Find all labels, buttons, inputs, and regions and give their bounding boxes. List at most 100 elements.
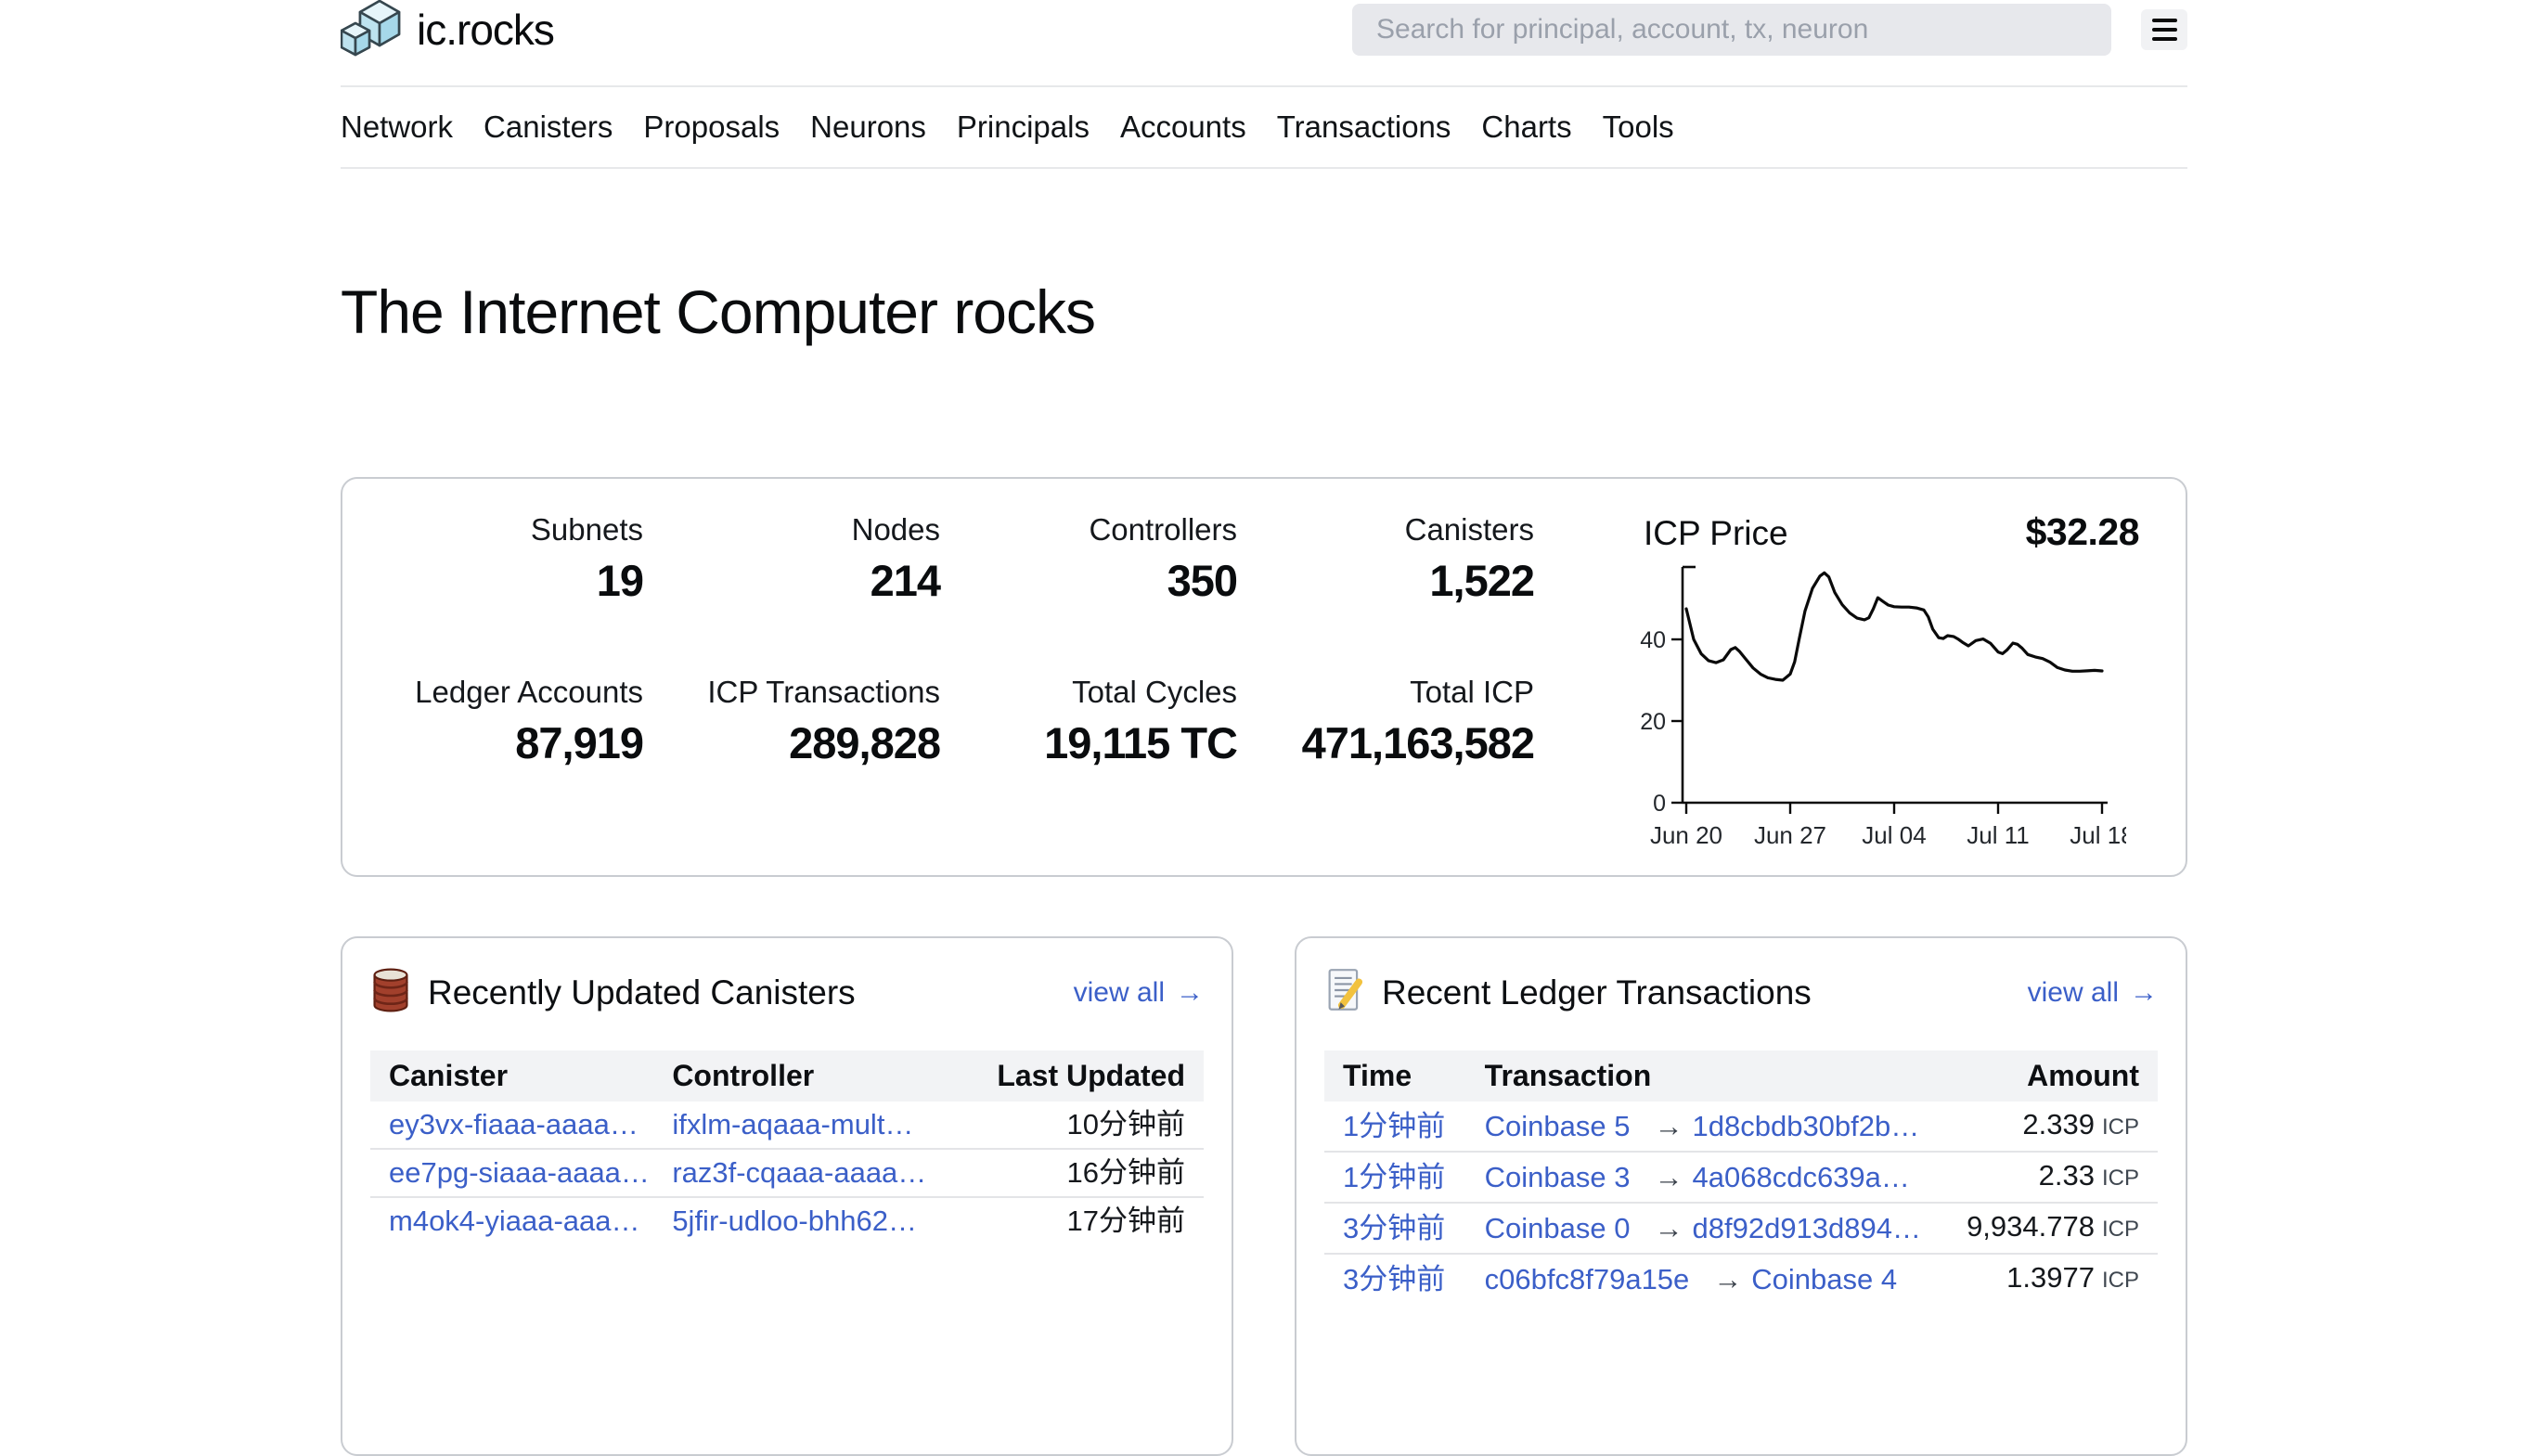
nav-item-charts[interactable]: Charts	[1481, 110, 1571, 145]
tx-time-link[interactable]: 3分钟前	[1343, 1212, 1445, 1244]
nav-item-network[interactable]: Network	[341, 110, 453, 145]
stat-ledger-accounts: Ledger Accounts 87,919	[383, 675, 643, 768]
table-row: 1分钟前 Coinbase 3→4a068cdc639a… 2.33 ICP	[1324, 1152, 2158, 1203]
hamburger-bar	[2152, 37, 2177, 41]
home-link[interactable]: ic.rocks	[341, 0, 554, 61]
memo-icon	[1324, 968, 1365, 1017]
canister-link[interactable]: ey3vx-fiaaa-aaaa…	[389, 1108, 638, 1140]
stat-value: 214	[643, 555, 940, 606]
icp-price-chart: 40 20 0 Jun 20 Jun 27 Jul 04 Jul 11 Jul …	[1625, 560, 2126, 866]
amount-unit: ICP	[2102, 1166, 2139, 1191]
x-tick-label: Jun 27	[1754, 821, 1826, 849]
stat-value: 1,522	[1237, 555, 1534, 606]
controller-link[interactable]: raz3f-cqaaa-aaaa…	[672, 1156, 926, 1189]
canisters-view-all-link[interactable]: view all →	[1074, 977, 1204, 1009]
amount-unit: ICP	[2102, 1217, 2139, 1242]
recent-ledger-transactions-panel: Recent Ledger Transactions view all → Ti…	[1295, 936, 2187, 1456]
tx-amount: 2.339ICP	[1933, 1102, 2158, 1152]
stat-total-cycles: Total Cycles 19,115 TC	[940, 675, 1237, 768]
tx-amount: 2.33 ICP	[1933, 1152, 2158, 1203]
col-header-amount: Amount	[1933, 1050, 2158, 1102]
stat-label: Subnets	[383, 512, 643, 548]
page-container: ic.rocks Network Canisters Proposals Neu…	[341, 0, 2187, 1456]
stat-nodes: Nodes 214	[643, 512, 940, 606]
table-row: 3分钟前 c06bfc8f79a15e→Coinbase 4 1.3977ICP	[1324, 1254, 2158, 1304]
stat-controllers: Controllers 350	[940, 512, 1237, 606]
stat-value: 19,115 TC	[940, 717, 1237, 768]
search-input[interactable]	[1352, 4, 2111, 56]
right-arrow-icon: →	[1176, 977, 1204, 1009]
canister-link[interactable]: m4ok4-yiaaa-aaa…	[389, 1205, 640, 1237]
icp-price-label: ICP Price	[1644, 514, 1788, 553]
nav-item-tools[interactable]: Tools	[1603, 110, 1674, 145]
transactions-table: Time Transaction Amount 1分钟前 Coinbase 5→…	[1324, 1050, 2158, 1304]
table-row: m4ok4-yiaaa-aaa… 5jfir-udloo-bhh62… 17分钟…	[370, 1197, 1204, 1244]
tx-from-link[interactable]: Coinbase 0	[1485, 1212, 1631, 1244]
x-tick-label: Jun 20	[1650, 821, 1722, 849]
tx-time-link[interactable]: 1分钟前	[1343, 1110, 1445, 1142]
stat-label: Nodes	[643, 512, 940, 548]
transactions-panel-title: Recent Ledger Transactions	[1382, 973, 1812, 1012]
tx-to-link[interactable]: 1d8cbdb30bf2b…	[1693, 1110, 1920, 1142]
amount-value: 1.3977	[2006, 1261, 2095, 1294]
stat-icp-transactions: ICP Transactions 289,828	[643, 675, 940, 768]
canisters-table: Canister Controller Last Updated ey3vx-f…	[370, 1050, 1204, 1244]
x-tick-label: Jul 18	[2070, 821, 2126, 849]
tx-to-link[interactable]: Coinbase 4	[1751, 1263, 1897, 1295]
nav-item-neurons[interactable]: Neurons	[810, 110, 926, 145]
ice-cubes-logo-icon	[341, 0, 402, 61]
col-header-last-updated: Last Updated	[971, 1050, 1204, 1102]
tx-arrow-icon: →	[1631, 1161, 1693, 1193]
stat-label: Controllers	[940, 512, 1237, 548]
amount-unit: ICP	[2102, 1268, 2139, 1293]
nav-item-accounts[interactable]: Accounts	[1120, 110, 1246, 145]
nav-item-proposals[interactable]: Proposals	[643, 110, 780, 145]
panel-head: Recent Ledger Transactions view all →	[1324, 968, 2158, 1017]
stats-grid: Subnets 19 Nodes 214 Controllers 350 Can…	[383, 510, 1534, 866]
bottom-panels: Recently Updated Canisters view all → Ca…	[341, 936, 2187, 1456]
page-title: The Internet Computer rocks	[341, 277, 2187, 347]
stat-label: ICP Transactions	[643, 675, 940, 710]
y-tick-label: 20	[1640, 709, 1666, 735]
stat-total-icp: Total ICP 471,163,582	[1237, 675, 1534, 768]
table-header-row: Canister Controller Last Updated	[370, 1050, 1204, 1102]
tx-time-link[interactable]: 3分钟前	[1343, 1263, 1445, 1295]
tx-to-link[interactable]: 4a068cdc639a…	[1693, 1161, 1910, 1193]
table-row: 1分钟前 Coinbase 5→1d8cbdb30bf2b… 2.339ICP	[1324, 1102, 2158, 1152]
header: ic.rocks	[341, 0, 2187, 58]
transactions-view-all-link[interactable]: view all →	[2028, 977, 2158, 1009]
stat-label: Canisters	[1237, 512, 1534, 548]
x-tick-label: Jul 11	[1967, 821, 2029, 849]
table-header-row: Time Transaction Amount	[1324, 1050, 2158, 1102]
tx-amount: 9,934.778ICP	[1933, 1203, 2158, 1254]
stat-canisters: Canisters 1,522	[1237, 512, 1534, 606]
tx-from-link[interactable]: Coinbase 5	[1485, 1110, 1631, 1142]
main-nav: Network Canisters Proposals Neurons Prin…	[341, 85, 2187, 169]
controller-link[interactable]: 5jfir-udloo-bhh62…	[672, 1205, 917, 1237]
tx-time-link[interactable]: 1分钟前	[1343, 1161, 1445, 1193]
network-stats-panel: Subnets 19 Nodes 214 Controllers 350 Can…	[341, 477, 2187, 877]
tx-arrow-icon: →	[1631, 1110, 1693, 1142]
nav-item-canisters[interactable]: Canisters	[484, 110, 613, 145]
nav-item-transactions[interactable]: Transactions	[1277, 110, 1451, 145]
chart-head: ICP Price $32.28	[1625, 510, 2145, 554]
hamburger-menu-button[interactable]	[2141, 9, 2187, 50]
stat-value: 350	[940, 555, 1237, 606]
amount-value: 2.33	[2039, 1159, 2095, 1192]
stat-value: 19	[383, 555, 643, 606]
tx-to-link[interactable]: d8f92d913d894…	[1693, 1212, 1922, 1244]
tx-arrow-icon: →	[1631, 1212, 1693, 1244]
stat-value: 289,828	[643, 717, 940, 768]
stat-label: Total ICP	[1237, 675, 1534, 710]
amount-unit: ICP	[2102, 1115, 2139, 1140]
controller-link[interactable]: ifxlm-aqaaa-mult…	[672, 1108, 913, 1140]
tx-from-link[interactable]: Coinbase 3	[1485, 1161, 1631, 1193]
canister-link[interactable]: ee7pg-siaaa-aaaa…	[389, 1156, 650, 1189]
brand-title: ic.rocks	[417, 5, 554, 55]
hamburger-bar	[2152, 19, 2177, 22]
nav-item-principals[interactable]: Principals	[957, 110, 1090, 145]
tx-from-link[interactable]: c06bfc8f79a15e	[1485, 1263, 1690, 1295]
col-header-canister: Canister	[370, 1050, 653, 1102]
view-all-label: view all	[2028, 977, 2119, 1009]
stat-value: 471,163,582	[1237, 717, 1534, 768]
